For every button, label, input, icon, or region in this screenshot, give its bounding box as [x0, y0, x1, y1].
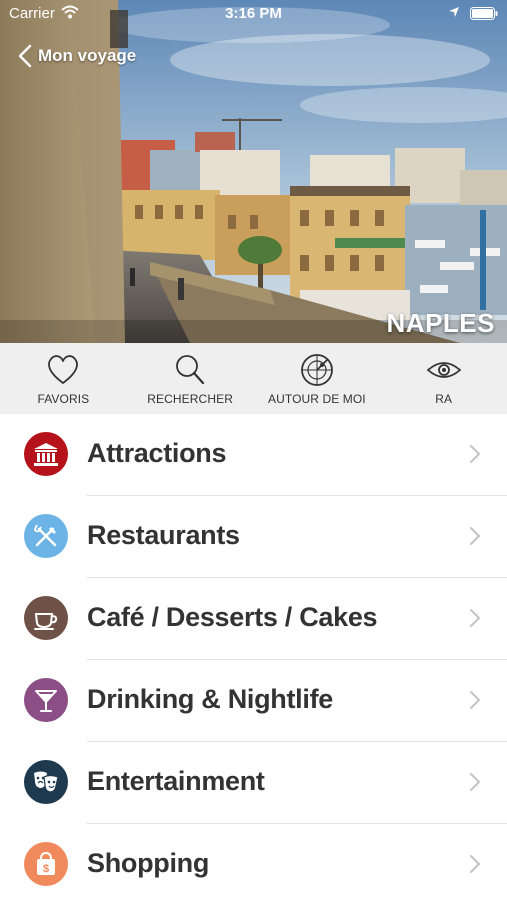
coffee-cup-icon: [24, 596, 68, 640]
clock: 3:16 PM: [225, 5, 282, 22]
chevron-right-icon: [470, 773, 480, 791]
chevron-right-icon: [470, 445, 480, 463]
category-row-drinking-nightlife[interactable]: Drinking & Nightlife: [0, 660, 507, 742]
category-label: Shopping: [87, 848, 210, 878]
eye-icon: [426, 362, 461, 378]
cocktail-icon: [24, 678, 68, 722]
category-row-cafe-desserts-cakes[interactable]: Café / Desserts / Cakes: [0, 578, 507, 660]
chevron-right-icon: [470, 691, 480, 709]
category-row-entertainment[interactable]: Entertainment: [0, 742, 507, 824]
chevron-right-icon: [470, 609, 480, 627]
chevron-left-icon: [18, 44, 32, 68]
chevron-right-icon: [470, 527, 480, 545]
category-label: Entertainment: [87, 766, 265, 796]
heart-icon: [48, 355, 79, 384]
location-arrow-icon: [449, 7, 459, 17]
augmented-reality-label: RA: [435, 392, 453, 406]
quick-actions-toolbar: FAVORIS RECHERCHER AUTOUR DE MOI RA: [0, 343, 507, 414]
back-button-label: Mon voyage: [38, 46, 137, 65]
status-bar: Carrier 3:16 PM: [0, 0, 507, 28]
category-label: Restaurants: [87, 520, 240, 550]
category-label: Attractions: [87, 438, 227, 468]
around-me-button[interactable]: AUTOUR DE MOI: [254, 343, 381, 414]
category-label: Drinking & Nightlife: [87, 684, 333, 714]
battery-icon: [470, 7, 498, 20]
city-title: NAPLES: [386, 308, 495, 338]
screen: Carrier 3:16 PM Mon voyage NAPLES FAVORI…: [0, 0, 507, 900]
search-icon: [176, 355, 205, 385]
search-button[interactable]: RECHERCHER: [127, 343, 254, 414]
theater-masks-icon: [24, 760, 68, 804]
radar-icon: [300, 354, 333, 386]
fork-knife-icon: [24, 514, 68, 558]
category-label: Café / Desserts / Cakes: [87, 602, 378, 632]
back-button[interactable]: Mon voyage: [18, 42, 136, 70]
shopping-bag-icon: $: [24, 842, 68, 886]
favorites-button[interactable]: FAVORIS: [0, 343, 127, 414]
museum-icon: [24, 432, 68, 476]
category-list: Attractions Restaurants Café / Desserts …: [0, 414, 507, 900]
svg-text:$: $: [43, 863, 49, 875]
category-row-attractions[interactable]: Attractions: [0, 414, 507, 496]
city-hero-image: Carrier 3:16 PM Mon voyage NAPLES: [0, 0, 507, 343]
category-row-shopping[interactable]: $ Shopping: [0, 824, 507, 900]
around-me-label: AUTOUR DE MOI: [267, 392, 366, 406]
augmented-reality-button[interactable]: RA: [380, 343, 507, 414]
category-row-restaurants[interactable]: Restaurants: [0, 496, 507, 578]
search-label: RECHERCHER: [147, 392, 233, 406]
favorites-label: FAVORIS: [37, 392, 90, 406]
chevron-right-icon: [470, 855, 480, 873]
